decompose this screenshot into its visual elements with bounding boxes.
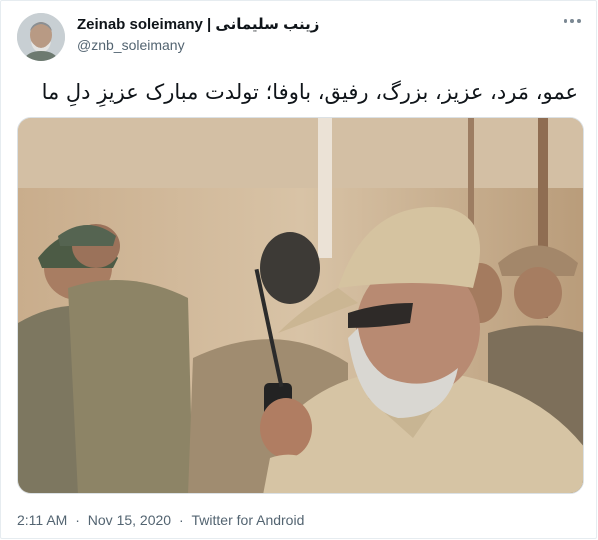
avatar[interactable]	[17, 13, 65, 61]
author-handle[interactable]: @znb_soleimany	[77, 37, 185, 53]
tweet-date[interactable]: Nov 15, 2020	[88, 512, 171, 528]
tweet-source[interactable]: Twitter for Android	[192, 512, 305, 528]
tweet-meta: 2:11 AM · Nov 15, 2020 · Twitter for And…	[17, 512, 304, 528]
tweet-text: عمو، مَرد، عزیز، بزرگ، رفیق، باوفا؛ تولد…	[41, 80, 578, 104]
tweet-photo[interactable]	[17, 117, 584, 494]
more-horizontal-icon[interactable]	[562, 11, 582, 31]
author-display-name[interactable]: Zeinab soleimany | زینب سلیمانی	[77, 15, 319, 33]
tweet-card: Zeinab soleimany | زینب سلیمانی @znb_sol…	[0, 0, 597, 539]
meta-separator-2: ·	[178, 512, 184, 528]
meta-separator: ·	[75, 512, 80, 528]
tweet-time[interactable]: 2:11 AM	[17, 512, 67, 528]
